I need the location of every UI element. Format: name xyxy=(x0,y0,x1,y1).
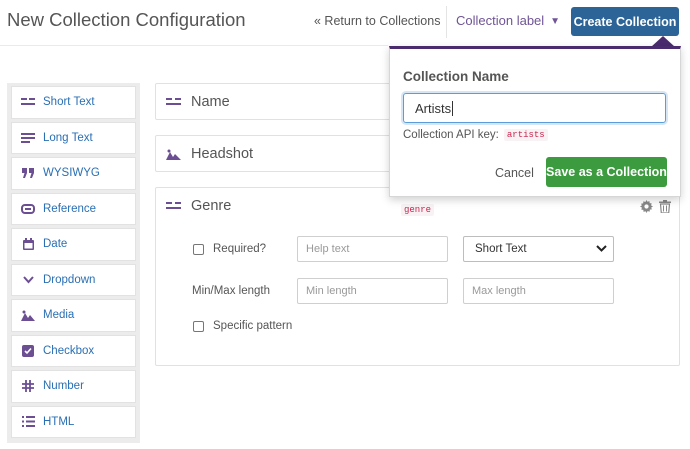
help-text-input[interactable]: Help text xyxy=(297,236,448,262)
api-key-value: artists xyxy=(503,129,548,141)
link-icon xyxy=(20,202,36,216)
palette-item-label: Long Text xyxy=(43,131,93,144)
palette-item-date[interactable]: Date xyxy=(11,228,136,261)
field-type-select[interactable]: Short Text xyxy=(463,236,614,262)
return-to-collections-link[interactable]: « Return to Collections xyxy=(314,14,440,28)
chevron-down-icon xyxy=(20,273,36,287)
save-as-collection-button[interactable]: Save as a Collection xyxy=(546,157,667,187)
palette-item-short-text[interactable]: Short Text xyxy=(11,86,136,119)
palette-item-reference[interactable]: Reference xyxy=(11,192,136,225)
palette-item-label: Number xyxy=(43,380,84,393)
palette-item-label: Date xyxy=(43,238,68,251)
palette-item-label: Media xyxy=(43,309,75,322)
page-title: New Collection Configuration xyxy=(7,9,246,30)
collection-name-input[interactable]: Artists xyxy=(403,93,666,123)
collection-label-text: Collection label xyxy=(456,13,545,28)
palette-item-html[interactable]: HTML xyxy=(11,405,136,438)
field-name: Name xyxy=(191,94,230,110)
image-icon xyxy=(164,147,182,161)
calendar-icon xyxy=(20,237,36,251)
create-collection-button[interactable]: Create Collection xyxy=(571,7,679,36)
specific-pattern-checkbox[interactable] xyxy=(193,320,204,332)
palette-item-media[interactable]: Media xyxy=(11,299,136,332)
min-length-placeholder: Min length xyxy=(306,285,357,297)
field-type-value: Short Text xyxy=(475,243,527,255)
field-name: Headshot xyxy=(191,146,254,162)
palette-item-label: Short Text xyxy=(43,96,95,109)
collection-api-key: Collection API key: artists xyxy=(403,129,548,141)
help-text-placeholder: Help text xyxy=(306,243,350,255)
short-text-icon xyxy=(164,95,182,109)
api-key-label: Collection API key: xyxy=(403,129,499,141)
palette-item-dropdown[interactable]: Dropdown xyxy=(11,263,136,296)
gear-icon[interactable] xyxy=(640,200,653,218)
image-icon xyxy=(20,308,36,322)
text-caret xyxy=(452,100,454,116)
trash-icon[interactable] xyxy=(659,200,671,218)
short-text-icon xyxy=(20,95,36,109)
pattern-row: Specific pattern xyxy=(193,320,292,332)
field-card-tools xyxy=(640,200,671,218)
long-text-icon xyxy=(20,131,36,145)
required-label: Required? xyxy=(213,243,267,255)
header-divider xyxy=(446,6,447,38)
required-row: Required? xyxy=(193,243,266,255)
palette-item-number[interactable]: Number xyxy=(11,370,136,403)
minmax-row: Min/Max length xyxy=(192,285,270,297)
list-icon xyxy=(20,415,36,429)
chevron-down-icon xyxy=(596,244,607,256)
palette-item-label: Checkbox xyxy=(43,344,95,357)
palette-item-checkbox[interactable]: Checkbox xyxy=(11,334,136,367)
chevron-down-icon: ▼ xyxy=(550,16,561,27)
palette-item-label: Reference xyxy=(43,202,97,215)
cancel-button[interactable]: Cancel xyxy=(495,166,534,180)
min-length-input[interactable]: Min length xyxy=(297,278,448,304)
collection-name-popover: Collection Name Artists Collection API k… xyxy=(389,46,681,197)
minmax-label: Min/Max length xyxy=(192,285,270,297)
max-length-input[interactable]: Max length xyxy=(463,278,614,304)
required-checkbox[interactable] xyxy=(193,243,204,255)
field-name: Genre xyxy=(191,198,232,214)
palette-item-label: HTML xyxy=(43,415,75,428)
palette-item-wysiwyg[interactable]: WYSIWYG xyxy=(11,157,136,190)
header-divider-line xyxy=(0,45,388,46)
palette-item-long-text[interactable]: Long Text xyxy=(11,121,136,154)
specific-pattern-label: Specific pattern xyxy=(213,320,293,332)
collection-name-value: Artists xyxy=(415,100,452,116)
popover-title: Collection Name xyxy=(403,69,509,84)
field-card-genre[interactable]: Genre genre Required? Help text Short Te… xyxy=(155,187,680,366)
hash-icon xyxy=(20,379,36,393)
page-header: New Collection Configuration « Return to… xyxy=(0,0,690,45)
quote-icon xyxy=(20,166,36,180)
max-length-placeholder: Max length xyxy=(472,285,526,297)
field-type-palette: Short Text Long Text WYSIWYG Reference D… xyxy=(7,83,140,443)
short-text-icon xyxy=(164,199,182,213)
field-api-key: genre xyxy=(401,204,435,216)
palette-item-label: Dropdown xyxy=(43,273,96,286)
collection-label-dropdown[interactable]: Collection label ▼ xyxy=(456,13,560,28)
checkbox-icon xyxy=(20,344,36,358)
palette-item-label: WYSIWYG xyxy=(43,167,100,180)
